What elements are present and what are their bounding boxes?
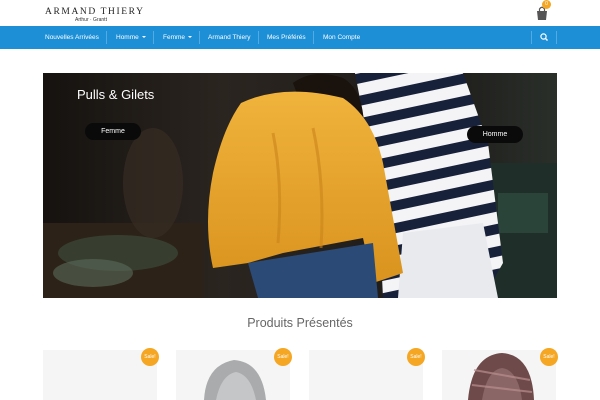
hero-banner[interactable]: Pulls & Gilets Femme Homme xyxy=(43,73,557,298)
nav-divider xyxy=(313,31,314,44)
nav-divider xyxy=(199,31,200,44)
sale-badge: Sale! xyxy=(141,348,159,366)
nav-item-label: Femme xyxy=(163,34,186,41)
logo-tagline: Arthur · Grantt xyxy=(75,17,107,23)
main-nav: Nouvelles Arrivées Homme Femme Armand Th… xyxy=(0,26,600,49)
search-icon xyxy=(540,33,548,41)
product-card[interactable] xyxy=(309,350,423,400)
nav-item-nouvelles-arrivees[interactable]: Nouvelles Arrivées xyxy=(45,26,99,49)
section-title: Produits Présentés xyxy=(247,316,353,330)
nav-item-homme[interactable]: Homme xyxy=(116,26,146,49)
logo[interactable]: ARMAND THIERY Arthur · Grantt xyxy=(45,7,145,23)
nav-item-femme[interactable]: Femme xyxy=(163,26,193,49)
nav-item-armand-thiery[interactable]: Armand Thiery xyxy=(208,26,251,49)
cart-count-badge: 0 xyxy=(542,0,551,9)
header: ARMAND THIERY Arthur · Grantt xyxy=(0,0,600,26)
search-button[interactable] xyxy=(532,26,556,49)
hero-title: Pulls & Gilets xyxy=(77,87,155,102)
product-image xyxy=(442,350,556,400)
nav-divider xyxy=(556,31,557,44)
nav-item-label: Nouvelles Arrivées xyxy=(45,34,99,41)
nav-divider xyxy=(258,31,259,44)
nav-item-mon-compte[interactable]: Mon Compte xyxy=(323,26,360,49)
sale-badge: Sale! xyxy=(540,348,558,366)
product-card[interactable] xyxy=(43,350,157,400)
nav-item-label: Armand Thiery xyxy=(208,34,251,41)
product-card[interactable] xyxy=(442,350,556,400)
product-card[interactable] xyxy=(176,350,290,400)
sale-badge: Sale! xyxy=(274,348,292,366)
nav-item-label: Mes Préférés xyxy=(267,34,306,41)
shop-femme-button[interactable]: Femme xyxy=(85,123,141,140)
nav-divider xyxy=(106,31,107,44)
caret-down-icon xyxy=(188,36,193,39)
logo-wordmark: ARMAND THIERY xyxy=(45,7,145,17)
hero-image xyxy=(43,73,557,298)
product-image xyxy=(176,350,290,400)
product-image xyxy=(43,350,157,400)
caret-down-icon xyxy=(141,36,146,39)
sale-badge: Sale! xyxy=(407,348,425,366)
nav-divider xyxy=(153,31,154,44)
product-image xyxy=(309,350,423,400)
nav-item-label: Homme xyxy=(116,34,139,41)
nav-item-mes-preferes[interactable]: Mes Préférés xyxy=(267,26,306,49)
nav-item-label: Mon Compte xyxy=(323,34,361,41)
shop-homme-button[interactable]: Homme xyxy=(467,126,523,143)
